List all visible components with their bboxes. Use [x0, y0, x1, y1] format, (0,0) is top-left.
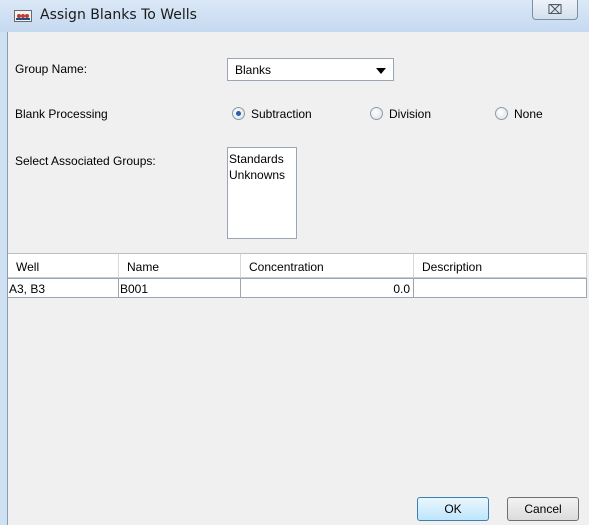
column-header-concentration[interactable]: Concentration: [241, 254, 414, 278]
ok-button[interactable]: OK: [417, 497, 489, 521]
associated-groups-label: Select Associated Groups:: [15, 154, 156, 168]
cancel-button[interactable]: Cancel: [507, 497, 579, 521]
radio-division-label: Division: [389, 107, 432, 121]
blank-processing-label: Blank Processing: [15, 107, 108, 121]
group-name-dropdown[interactable]: Blanks: [227, 58, 394, 81]
dialog-body: Group Name: Blanks Blank Processing Subt…: [7, 32, 589, 525]
associated-groups-list[interactable]: Standards Unknowns: [227, 147, 297, 239]
cell-well[interactable]: A3, B3: [8, 278, 119, 298]
group-name-label: Group Name:: [15, 62, 88, 76]
list-item[interactable]: Standards: [228, 152, 284, 166]
close-icon: ⌧: [547, 2, 563, 17]
chevron-down-icon[interactable]: [376, 68, 386, 74]
radio-subtraction-label: Subtraction: [251, 107, 312, 121]
list-item[interactable]: Unknowns: [228, 168, 285, 182]
cell-concentration[interactable]: 0.0: [241, 278, 414, 298]
radio-unselected-icon[interactable]: [370, 107, 383, 120]
column-header-well[interactable]: Well: [8, 254, 119, 278]
cell-name[interactable]: B001: [119, 278, 241, 298]
column-header-description[interactable]: Description: [414, 254, 587, 278]
radio-selected-icon[interactable]: [232, 107, 245, 120]
wells-table[interactable]: Well Name Concentration Description A3, …: [8, 253, 587, 494]
radio-unselected-icon[interactable]: [495, 107, 508, 120]
group-name-value: Blanks: [235, 63, 272, 77]
close-button[interactable]: ⌧: [532, 0, 578, 20]
column-header-name[interactable]: Name: [119, 254, 241, 278]
cell-description[interactable]: [414, 278, 587, 298]
title-bar[interactable]: Assign Blanks To Wells ⌧: [0, 0, 589, 32]
radio-none-label: None: [514, 107, 543, 121]
app-icon: [14, 10, 32, 22]
window-title: Assign Blanks To Wells: [40, 7, 197, 23]
assign-blanks-dialog: Assign Blanks To Wells ⌧ Group Name: Bla…: [0, 0, 589, 525]
